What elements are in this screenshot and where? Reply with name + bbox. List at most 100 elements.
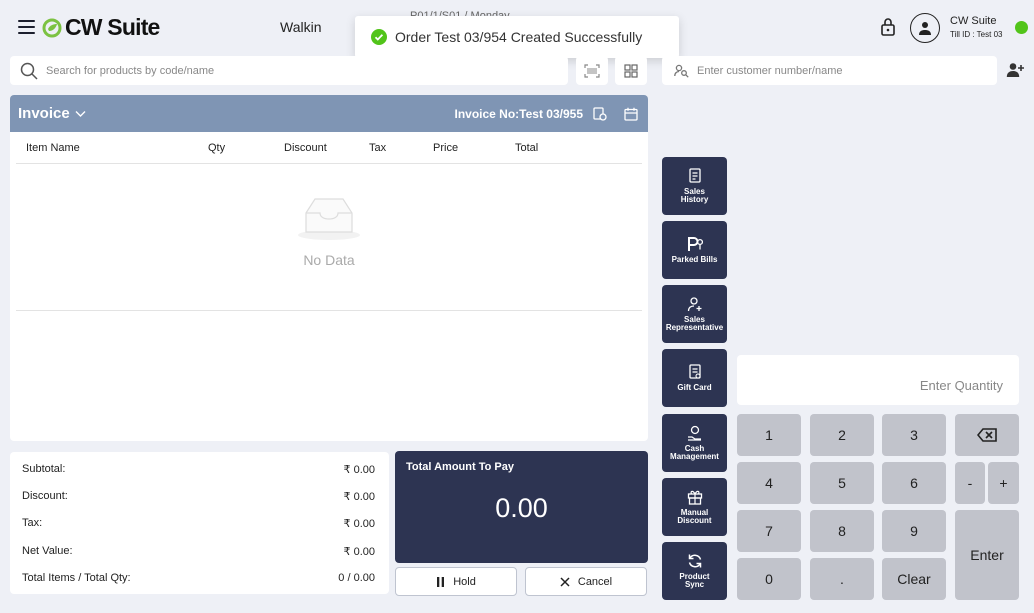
total-items-label: Total Items / Total Qty: xyxy=(22,572,131,584)
online-status-indicator xyxy=(1015,21,1028,34)
cancel-label: Cancel xyxy=(577,575,613,588)
close-icon xyxy=(560,576,570,587)
brand-leaf-icon xyxy=(42,18,62,37)
cancel-button[interactable]: Cancel xyxy=(525,567,647,596)
plus-button[interactable]: + xyxy=(988,462,1019,504)
key-9[interactable]: 9 xyxy=(882,510,946,552)
total-amount-panel: Total Amount To Pay 0.00 xyxy=(395,451,648,563)
parked-bills-label: Parked Bills xyxy=(671,255,718,264)
summary-total-items: Total Items / Total Qty: 0 / 0.00 xyxy=(22,572,375,584)
key-1[interactable]: 1 xyxy=(737,414,801,456)
discount-value: ₹ 0.00 xyxy=(343,491,375,503)
summary-net-value: Net Value: ₹ 0.00 xyxy=(22,545,375,558)
till-id: Till ID : Test 03 xyxy=(950,30,1003,39)
key-0[interactable]: 0 xyxy=(737,558,801,600)
summary-discount: Discount: ₹ 0.00 xyxy=(22,490,375,503)
invoice-settings-icon[interactable] xyxy=(593,106,607,121)
customer-search-bar[interactable] xyxy=(662,56,997,85)
net-value-label: Net Value: xyxy=(22,545,73,557)
col-price: Price xyxy=(433,142,459,154)
key-7[interactable]: 7 xyxy=(737,510,801,552)
invoice-panel: Invoice Invoice No:Test 03/955 Item Name… xyxy=(10,95,648,441)
gift-card-button[interactable]: Gift Card xyxy=(662,349,727,407)
grid-icon xyxy=(624,63,638,78)
col-total: Total xyxy=(515,142,539,154)
product-sync-button[interactable]: Product Sync xyxy=(662,542,727,600)
col-item-name: Item Name xyxy=(26,142,80,154)
empty-text: No Data xyxy=(303,252,355,268)
product-sync-label-2: Sync xyxy=(684,580,705,589)
barcode-icon xyxy=(584,63,600,78)
key-5[interactable]: 5 xyxy=(810,462,874,504)
divider xyxy=(16,310,642,311)
cash-management-button[interactable]: Cash Management xyxy=(662,414,727,472)
clear-button[interactable]: Clear xyxy=(882,558,946,600)
parking-icon xyxy=(687,237,703,251)
parked-bills-button[interactable]: Parked Bills xyxy=(662,221,727,279)
menu-icon[interactable] xyxy=(18,20,35,34)
sales-history-label-2: History xyxy=(680,195,709,204)
add-customer-button[interactable] xyxy=(1006,62,1024,83)
cash-management-label-2: Management xyxy=(670,452,719,461)
total-items-value: 0 / 0.00 xyxy=(338,572,375,584)
key-6[interactable]: 6 xyxy=(882,462,946,504)
key-3[interactable]: 3 xyxy=(882,414,946,456)
subtotal-label: Subtotal: xyxy=(22,463,66,475)
manual-discount-button[interactable]: Manual Discount xyxy=(662,478,727,536)
user-add-icon xyxy=(1006,63,1024,77)
net-value-value: ₹ 0.00 xyxy=(343,546,375,558)
quantity-input[interactable]: Enter Quantity xyxy=(737,355,1019,405)
col-discount: Discount xyxy=(284,142,327,154)
sales-representative-button[interactable]: Sales Representative xyxy=(662,285,727,343)
backspace-button[interactable] xyxy=(955,414,1019,456)
sync-icon xyxy=(688,554,701,568)
col-qty: Qty xyxy=(208,142,226,154)
invoice-type-dropdown[interactable]: Invoice xyxy=(18,105,86,122)
user-add-icon xyxy=(687,297,701,312)
sales-history-button[interactable]: Sales History xyxy=(662,157,727,215)
invoice-number: Invoice No:Test 03/955 xyxy=(454,106,584,121)
calendar-icon[interactable] xyxy=(624,107,638,121)
key-2[interactable]: 2 xyxy=(810,414,874,456)
invoice-title: Invoice xyxy=(18,105,70,122)
key-decimal[interactable]: . xyxy=(810,558,874,600)
user-search-icon xyxy=(674,64,689,78)
search-icon xyxy=(20,62,38,80)
product-search-bar[interactable] xyxy=(10,56,568,85)
barcode-scan-button[interactable] xyxy=(576,56,608,85)
tax-label: Tax: xyxy=(22,517,43,529)
col-tax: Tax xyxy=(369,142,387,154)
invoice-header: Invoice Invoice No:Test 03/955 xyxy=(10,95,648,132)
invoice-table-header: Item Name Qty Discount Tax Price Total xyxy=(16,132,642,164)
chevron-down-icon xyxy=(75,110,86,117)
user-icon xyxy=(919,22,931,35)
product-search-input[interactable] xyxy=(46,64,486,77)
lock-icon[interactable] xyxy=(880,17,896,42)
brand-logo: CW Suite xyxy=(42,14,160,41)
avatar[interactable] xyxy=(910,13,940,43)
key-8[interactable]: 8 xyxy=(810,510,874,552)
grid-view-button[interactable] xyxy=(615,56,647,85)
gift-card-label: Gift Card xyxy=(677,383,712,392)
pause-icon xyxy=(437,576,445,587)
customer-search-input[interactable] xyxy=(697,64,977,77)
hold-button[interactable]: Hold xyxy=(395,567,517,596)
empty-state: No Data xyxy=(10,195,648,268)
user-name: CW Suite xyxy=(950,15,997,27)
total-amount-value: 0.00 xyxy=(495,493,548,523)
customer-type[interactable]: Walkin xyxy=(280,19,322,35)
subtotal-value: ₹ 0.00 xyxy=(343,464,375,476)
tax-value: ₹ 0.00 xyxy=(343,518,375,530)
key-4[interactable]: 4 xyxy=(737,462,801,504)
manual-discount-label-2: Discount xyxy=(677,516,712,525)
brand-name: CW Suite xyxy=(65,14,160,40)
check-circle-icon xyxy=(371,29,387,45)
discount-label: Discount: xyxy=(22,490,68,502)
success-toast: Order Test 03/954 Created Successfully xyxy=(355,16,679,58)
receipt-icon xyxy=(688,168,701,183)
empty-inbox-icon xyxy=(298,198,360,240)
hold-label: Hold xyxy=(453,575,476,588)
enter-button[interactable]: Enter xyxy=(955,510,1019,600)
minus-button[interactable]: - xyxy=(955,462,985,504)
summary-tax: Tax: ₹ 0.00 xyxy=(22,517,375,530)
